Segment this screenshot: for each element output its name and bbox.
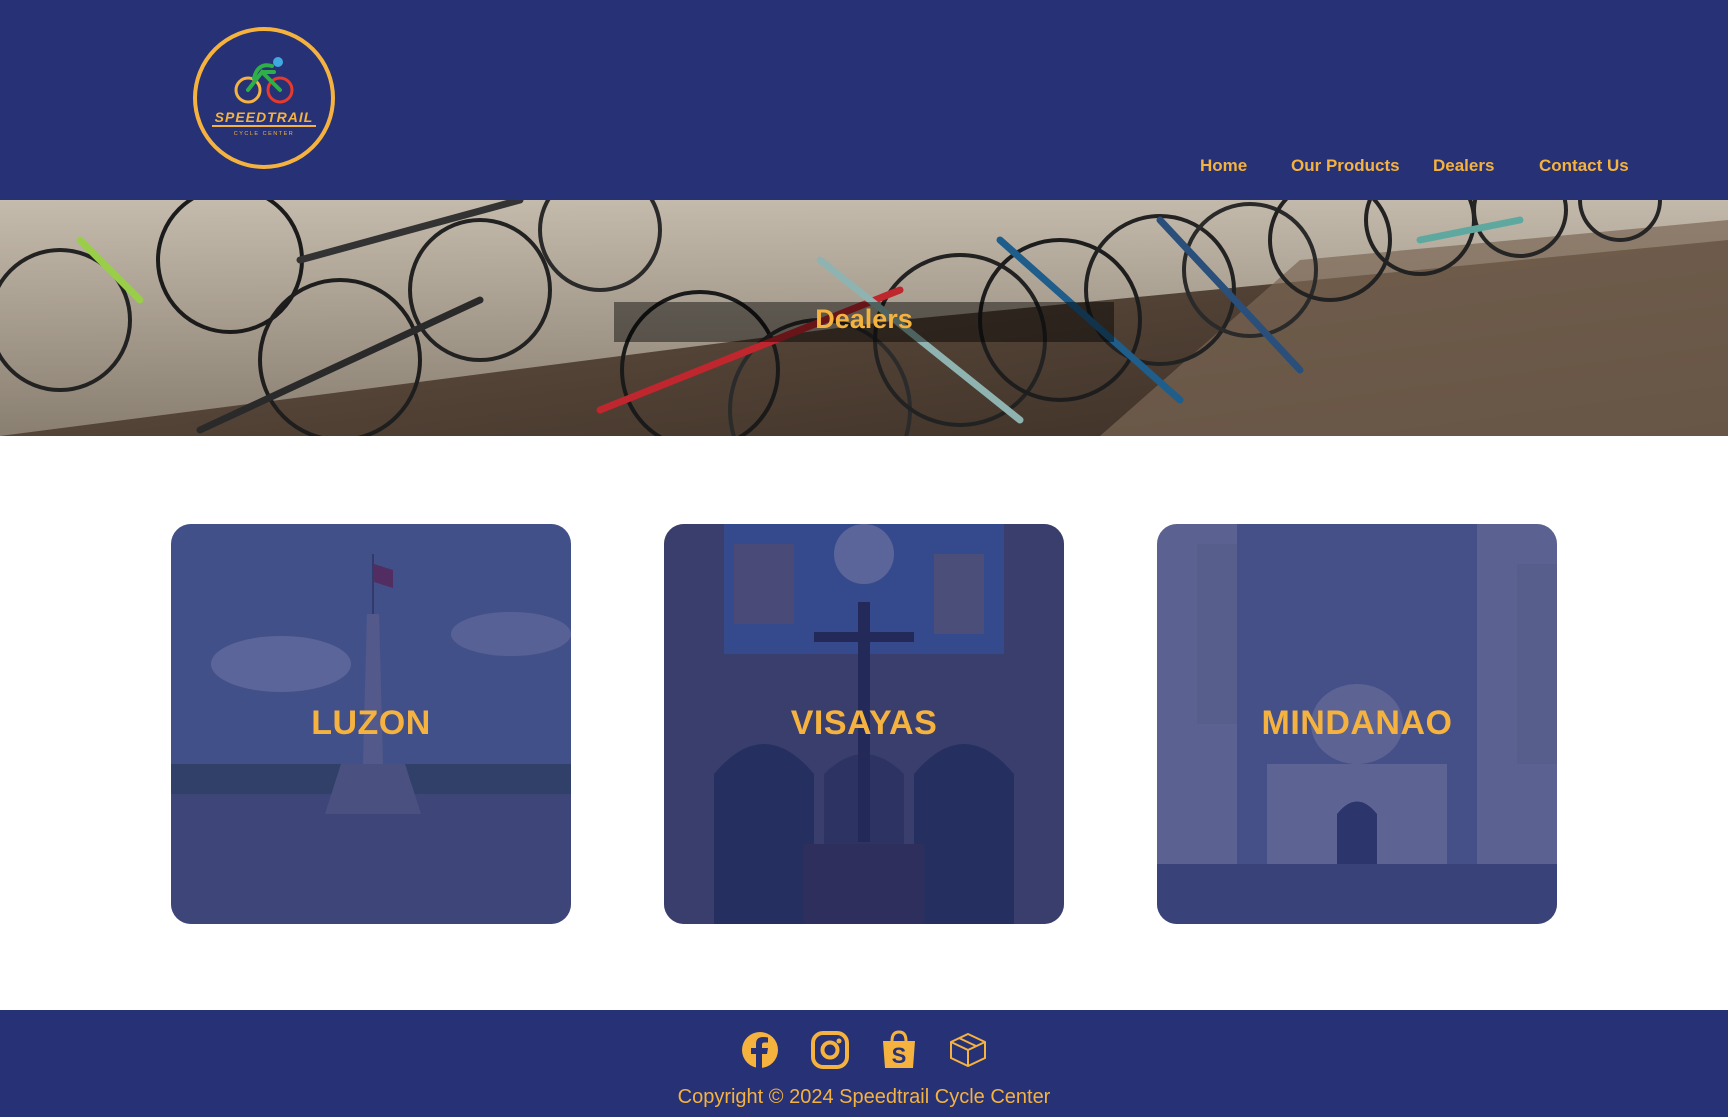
instagram-icon[interactable] xyxy=(810,1030,850,1070)
region-card-visayas[interactable]: VISAYAS xyxy=(664,524,1064,924)
region-card-luzon[interactable]: LUZON xyxy=(171,524,571,924)
region-label: VISAYAS xyxy=(790,704,938,742)
nav-home[interactable]: Home xyxy=(1200,156,1247,176)
region-card-mindanao[interactable]: MINDANAO xyxy=(1157,524,1557,924)
logo-wordmark: SPEEDTRAIL xyxy=(215,109,314,125)
lazada-box-icon[interactable] xyxy=(948,1030,988,1070)
facebook-icon[interactable] xyxy=(740,1030,780,1070)
region-label: MINDANAO xyxy=(1261,704,1453,742)
nav-dealers[interactable]: Dealers xyxy=(1433,156,1494,176)
speedtrail-logo[interactable]: SPEEDTRAIL CYCLE CENTER xyxy=(192,26,336,170)
main-nav: Home Our Products Dealers Contact Us xyxy=(0,156,1728,180)
region-label: LUZON xyxy=(311,704,431,742)
hero-banner: Dealers xyxy=(0,200,1728,436)
nav-contact-us[interactable]: Contact Us xyxy=(1539,156,1629,176)
logo-subtitle: CYCLE CENTER xyxy=(234,131,294,137)
site-header: SPEEDTRAIL CYCLE CENTER Home Our Product… xyxy=(0,0,1728,200)
svg-text:S: S xyxy=(892,1043,907,1068)
nav-our-products[interactable]: Our Products xyxy=(1291,156,1400,176)
shopee-icon[interactable]: S xyxy=(879,1030,919,1070)
page-title: Dealers xyxy=(815,304,913,334)
copyright-text: Copyright © 2024 Speedtrail Cycle Center xyxy=(677,1086,1051,1108)
